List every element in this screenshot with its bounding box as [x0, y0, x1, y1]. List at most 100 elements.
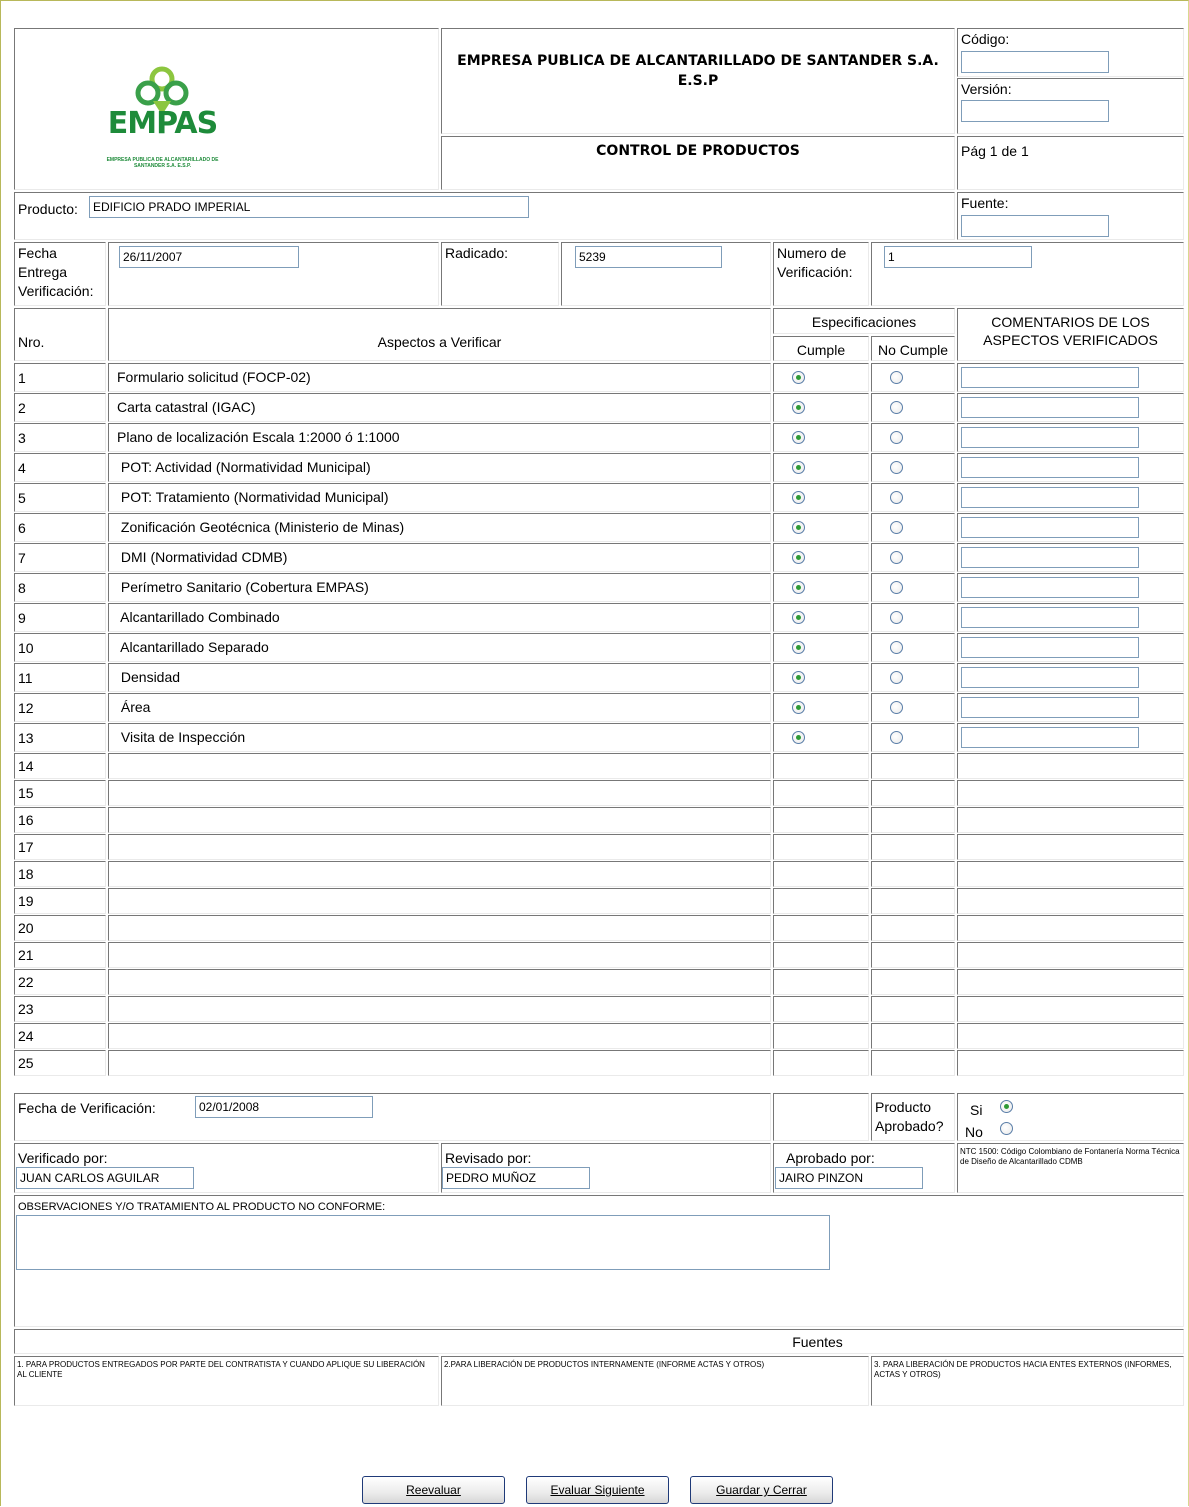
no-cumple-radio[interactable]: [890, 461, 903, 474]
no-cumple-radio[interactable]: [890, 641, 903, 654]
aprobado-si-radio[interactable]: [1000, 1100, 1013, 1113]
verificado-input[interactable]: JUAN CARLOS AGUILAR: [16, 1167, 194, 1189]
row-aspecto: Perímetro Sanitario (Cobertura EMPAS): [108, 573, 771, 602]
row-cumple-cell: [773, 915, 869, 941]
version-input[interactable]: [961, 100, 1109, 122]
cumple-radio[interactable]: [792, 371, 805, 384]
no-cumple-radio[interactable]: [890, 521, 903, 534]
row-number: 6: [14, 513, 106, 542]
version-label: Versión:: [961, 81, 1012, 97]
reevaluar-button[interactable]: Reevaluar: [362, 1476, 505, 1504]
row-aspecto: Carta catastral (IGAC): [108, 393, 771, 422]
aprobado-label: Aprobado por:: [786, 1150, 875, 1166]
cumple-radio[interactable]: [792, 431, 805, 444]
row-no-cumple-cell: [871, 861, 955, 887]
row-number: 22: [14, 969, 106, 995]
row-aspecto: [108, 780, 771, 806]
comentario-input[interactable]: [961, 367, 1139, 388]
col-cumple-header: Cumple: [773, 336, 869, 361]
comentario-input[interactable]: [961, 637, 1139, 658]
cumple-radio[interactable]: [792, 521, 805, 534]
row-no-cumple-cell: [871, 513, 955, 542]
guardar-cerrar-button[interactable]: Guardar y Cerrar: [690, 1476, 833, 1504]
comentario-input[interactable]: [961, 487, 1139, 508]
row-no-cumple-cell: [871, 543, 955, 572]
comentario-input[interactable]: [961, 607, 1139, 628]
cumple-radio[interactable]: [792, 581, 805, 594]
row-no-cumple-cell: [871, 363, 955, 392]
row-comentario-cell: [957, 1023, 1184, 1049]
producto-input[interactable]: EDIFICIO PRADO IMPERIAL: [89, 196, 529, 218]
evaluar-siguiente-button[interactable]: Evaluar Siguiente: [526, 1476, 669, 1504]
row-number: 1: [14, 363, 106, 392]
row-cumple-cell: [773, 393, 869, 422]
no-cumple-radio[interactable]: [890, 491, 903, 504]
row-number: 15: [14, 780, 106, 806]
no-cumple-radio[interactable]: [890, 701, 903, 714]
row-no-cumple-cell: [871, 633, 955, 662]
no-cumple-radio[interactable]: [890, 431, 903, 444]
comentario-input[interactable]: [961, 697, 1139, 718]
aprobado-input[interactable]: JAIRO PINZON: [775, 1167, 923, 1189]
comentario-input[interactable]: [961, 427, 1139, 448]
row-number: 5: [14, 483, 106, 512]
row-no-cumple-cell: [871, 807, 955, 833]
observaciones-label: OBSERVACIONES Y/O TRATAMIENTO AL PRODUCT…: [18, 1201, 386, 1213]
row-comentario-cell: [957, 753, 1184, 779]
fuente-input[interactable]: [961, 215, 1109, 237]
cumple-radio[interactable]: [792, 641, 805, 654]
row-no-cumple-cell: [871, 723, 955, 752]
row-cumple-cell: [773, 834, 869, 860]
observaciones-textarea[interactable]: [16, 1215, 830, 1270]
row-number: 4: [14, 453, 106, 482]
row-cumple-cell: [773, 942, 869, 968]
codigo-label: Código:: [961, 31, 1010, 47]
cumple-radio[interactable]: [792, 611, 805, 624]
comentario-input[interactable]: [961, 457, 1139, 478]
row-number: 16: [14, 807, 106, 833]
comentario-input[interactable]: [961, 667, 1139, 688]
row-number: 7: [14, 543, 106, 572]
row-number: 9: [14, 603, 106, 632]
comentario-input[interactable]: [961, 397, 1139, 418]
no-cumple-radio[interactable]: [890, 551, 903, 564]
revisado-input[interactable]: PEDRO MUÑOZ: [442, 1167, 590, 1189]
row-no-cumple-cell: [871, 423, 955, 452]
cumple-radio[interactable]: [792, 701, 805, 714]
row-no-cumple-cell: [871, 1050, 955, 1076]
row-comentario-cell: [957, 834, 1184, 860]
comentario-input[interactable]: [961, 577, 1139, 598]
row-no-cumple-cell: [871, 969, 955, 995]
row-cumple-cell: [773, 663, 869, 692]
cumple-radio[interactable]: [792, 491, 805, 504]
no-cumple-radio[interactable]: [890, 401, 903, 414]
comentario-input[interactable]: [961, 727, 1139, 748]
fecha-verificacion-input[interactable]: 02/01/2008: [195, 1096, 373, 1118]
fuente-item-3: 3. PARA LIBERACIÓN DE PRODUCTOS HACIA EN…: [871, 1356, 1184, 1406]
row-aspecto: DMI (Normatividad CDMB): [108, 543, 771, 572]
row-aspecto: Zonificación Geotécnica (Ministerio de M…: [108, 513, 771, 542]
numero-verificacion-input[interactable]: 1: [884, 246, 1032, 268]
comentario-input[interactable]: [961, 517, 1139, 538]
no-cumple-radio[interactable]: [890, 371, 903, 384]
cumple-radio[interactable]: [792, 671, 805, 684]
cumple-radio[interactable]: [792, 731, 805, 744]
row-no-cumple-cell: [871, 834, 955, 860]
no-label: No: [965, 1124, 983, 1140]
radicado-input[interactable]: 5239: [575, 246, 722, 268]
cumple-radio[interactable]: [792, 401, 805, 414]
row-number: 19: [14, 888, 106, 914]
aprobado-options-cell: Si No: [957, 1093, 1184, 1141]
aprobado-no-radio[interactable]: [1000, 1122, 1013, 1135]
no-cumple-radio[interactable]: [890, 671, 903, 684]
cumple-radio[interactable]: [792, 461, 805, 474]
fecha-entrega-input[interactable]: 26/11/2007: [119, 246, 299, 268]
cumple-radio[interactable]: [792, 551, 805, 564]
row-number: 25: [14, 1050, 106, 1076]
no-cumple-radio[interactable]: [890, 731, 903, 744]
no-cumple-radio[interactable]: [890, 611, 903, 624]
codigo-input[interactable]: [961, 51, 1109, 73]
row-no-cumple-cell: [871, 663, 955, 692]
comentario-input[interactable]: [961, 547, 1139, 568]
no-cumple-radio[interactable]: [890, 581, 903, 594]
